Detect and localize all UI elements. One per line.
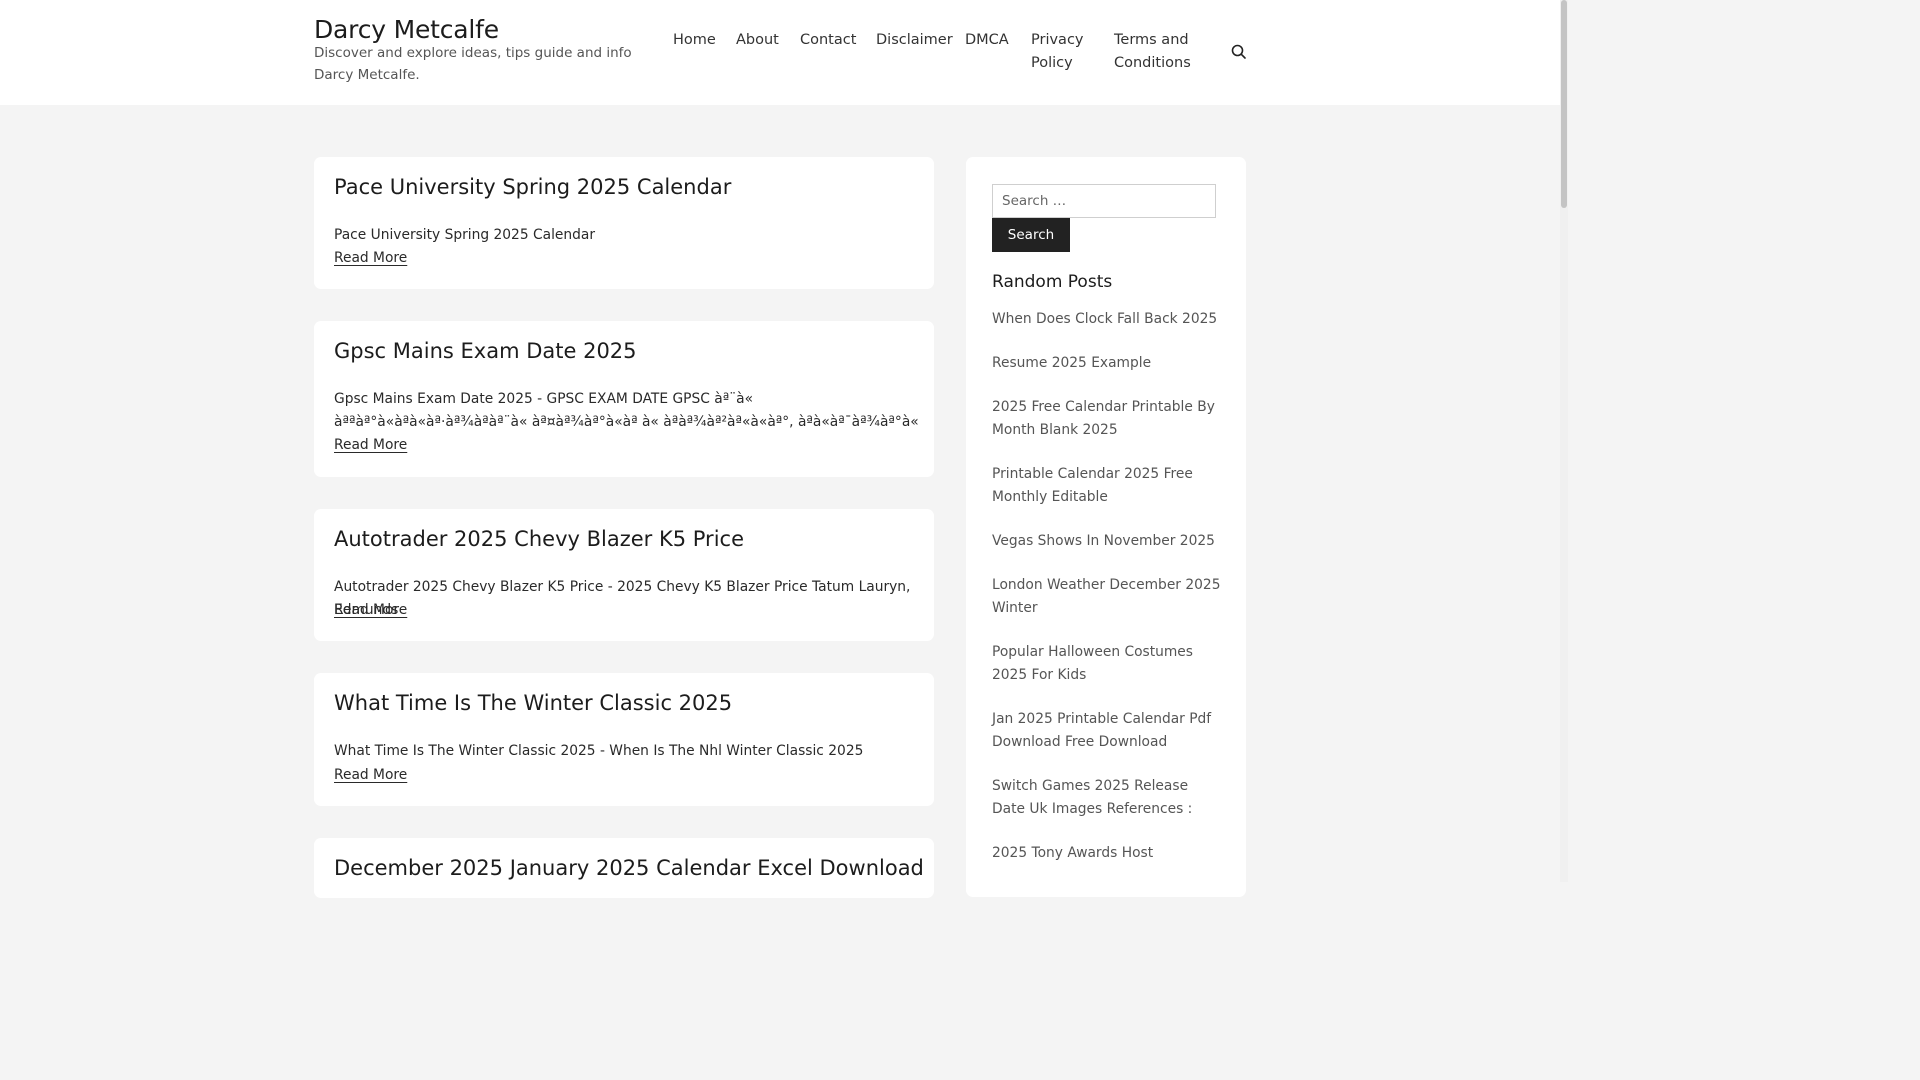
nav-item-contact[interactable]: Contact [800, 29, 856, 52]
post-excerpt: Pace University Spring 2025 Calendar [334, 227, 596, 243]
nav-item-dmca[interactable]: DMCA [965, 29, 1009, 52]
post-card: December 2025 January 2025 Calendar Exce… [314, 838, 934, 898]
random-post-link[interactable]: When Does Clock Fall Back 2025 [992, 308, 1224, 331]
post-card: Pace University Spring 2025 Calendar Pac… [314, 157, 934, 289]
random-post-link[interactable]: Printable Calendar 2025 Free Monthly Edi… [992, 463, 1224, 509]
nav-item-disclaimer[interactable]: Disclaimer [876, 29, 953, 52]
site-header: Darcy Metcalfe Discover and explore idea… [0, 0, 1560, 105]
sidebar: Search Random Posts When Does Clock Fall… [966, 157, 1246, 897]
post-title[interactable]: Gpsc Mains Exam Date 2025 [334, 339, 924, 363]
post-title[interactable]: Autotrader 2025 Chevy Blazer K5 Price [334, 527, 924, 551]
post-card: What Time Is The Winter Classic 2025 Wha… [314, 673, 934, 806]
post-excerpt: What Time Is The Winter Classic 2025 - W… [334, 743, 864, 759]
random-post-link[interactable]: 2025 Tony Awards Host [992, 842, 1224, 865]
random-post-link[interactable]: Jan 2025 Printable Calendar Pdf Download… [992, 708, 1224, 754]
nav-item-terms-and-conditions[interactable]: Terms and Conditions [1114, 29, 1206, 75]
search-button[interactable]: Search [992, 218, 1070, 252]
random-post-link[interactable]: Switch Games 2025 Release Date Uk Images… [992, 775, 1224, 821]
site-description: Discover and explore ideas, tips guide a… [314, 45, 632, 83]
read-more-link[interactable]: Read More [334, 247, 407, 270]
post-excerpt: Gpsc Mains Exam Date 2025 - GPSC EXAM DA… [334, 391, 919, 430]
random-posts-heading: Random Posts [992, 272, 1113, 292]
scrollbar-thumb[interactable] [1561, 0, 1567, 208]
nav-item-about[interactable]: About [736, 29, 779, 52]
random-post-link[interactable]: Vegas Shows In November 2025 [992, 530, 1224, 553]
nav-item-home[interactable]: Home [673, 29, 716, 52]
post-title[interactable]: Pace University Spring 2025 Calendar [334, 175, 924, 199]
read-more-link[interactable]: Read More [334, 764, 407, 787]
read-more-link[interactable]: Read More [334, 599, 407, 622]
search-input[interactable] [992, 184, 1216, 218]
read-more-link[interactable]: Read More [334, 434, 407, 457]
random-post-link[interactable]: Resume 2025 Example [992, 352, 1224, 375]
site-title[interactable]: Darcy Metcalfe [314, 15, 499, 44]
post-title[interactable]: What Time Is The Winter Classic 2025 [334, 691, 924, 715]
nav-item-privacy-policy[interactable]: Privacy Policy [1031, 29, 1093, 75]
post-title[interactable]: December 2025 January 2025 Calendar Exce… [334, 856, 924, 880]
random-post-link[interactable]: 2025 Free Calendar Printable By Month Bl… [992, 396, 1224, 442]
post-card: Autotrader 2025 Chevy Blazer K5 Price Au… [314, 509, 934, 641]
post-excerpt: Autotrader 2025 Chevy Blazer K5 Price - … [334, 579, 911, 618]
random-post-link[interactable]: Popular Halloween Costumes 2025 For Kids [992, 641, 1224, 687]
random-post-link[interactable]: London Weather December 2025 Winter [992, 574, 1224, 620]
search-icon[interactable] [1230, 43, 1248, 61]
post-card: Gpsc Mains Exam Date 2025 Gpsc Mains Exa… [314, 321, 934, 477]
